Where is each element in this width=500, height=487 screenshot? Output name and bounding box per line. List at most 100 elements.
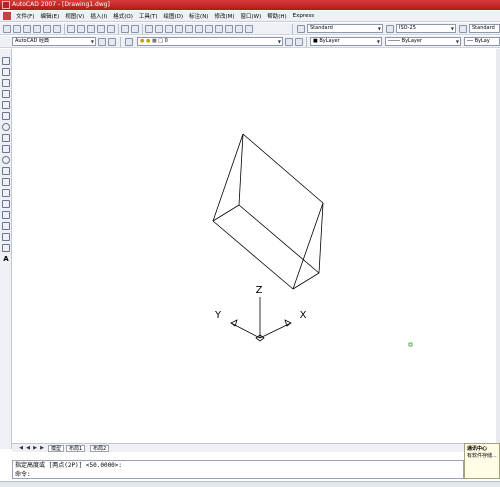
dim-style-value: ISO-25	[399, 25, 416, 31]
menu-express[interactable]: Express	[293, 13, 314, 19]
previous-tab-icon[interactable]: ◀	[25, 445, 31, 451]
markup-icon[interactable]	[225, 25, 233, 33]
polygon-icon[interactable]	[2, 90, 10, 98]
open-file-icon[interactable]	[13, 25, 21, 33]
title-bar: AutoCAD 2007 - [Drawing1.dwg]	[0, 0, 500, 10]
properties-icon[interactable]	[185, 25, 193, 33]
cut-icon[interactable]	[67, 25, 75, 33]
save-icon[interactable]	[23, 25, 31, 33]
revision-cloud-icon[interactable]	[2, 134, 10, 142]
drawing-canvas[interactable]: Z Y X	[12, 49, 496, 443]
menu-draw[interactable]: 绘图(D)	[164, 12, 184, 20]
ellipse-arc-icon[interactable]	[2, 167, 10, 175]
circle-icon[interactable]	[2, 123, 10, 131]
make-block-icon[interactable]	[2, 189, 10, 197]
status-bar	[0, 481, 500, 487]
workspace-select[interactable]: AutoCAD 经典 ▼	[12, 37, 96, 46]
print-preview-icon[interactable]	[43, 25, 51, 33]
menu-tools[interactable]: 工具(T)	[139, 12, 158, 20]
color-select[interactable]: ■ ByLayer ▼	[310, 37, 382, 46]
publish-icon[interactable]	[53, 25, 61, 33]
workspace-settings-icon[interactable]	[98, 38, 106, 46]
polyline-icon[interactable]	[2, 79, 10, 87]
sheet-set-icon[interactable]	[215, 25, 223, 33]
ellipse-icon[interactable]	[2, 156, 10, 164]
chevron-down-icon: ▼	[377, 26, 381, 31]
command-window[interactable]: 指定高度或 [两点(2P)] <50.0000>: 命令:	[12, 460, 464, 479]
dim-style-select[interactable]: ISO-25 ▼	[396, 24, 456, 33]
autocad-app-icon[interactable]	[2, 1, 10, 9]
right-panel-edge	[496, 49, 500, 449]
wedge-solid	[212, 133, 324, 290]
first-tab-icon[interactable]: ◀	[18, 445, 24, 451]
layer-manager-icon[interactable]	[125, 38, 133, 46]
text-style-icon	[297, 25, 305, 33]
design-center-icon[interactable]	[195, 25, 203, 33]
drawing-doc-icon[interactable]	[3, 12, 11, 20]
menu-window[interactable]: 窗口(W)	[241, 12, 262, 20]
tab-layout2[interactable]: 布局2	[90, 445, 110, 452]
tab-layout1[interactable]: 布局1	[66, 445, 86, 452]
menu-file[interactable]: 文件(F)	[16, 12, 34, 20]
tool-palettes-icon[interactable]	[205, 25, 213, 33]
spline-icon[interactable]	[2, 145, 10, 153]
lineweight-select[interactable]: ── ByLay	[464, 37, 500, 46]
command-history-line: 指定高度或 [两点(2P)] <50.0000>:	[15, 462, 123, 469]
redo-icon[interactable]	[131, 25, 139, 33]
quickcalc-icon[interactable]	[235, 25, 243, 33]
print-icon[interactable]	[33, 25, 41, 33]
menu-insert[interactable]: 插入(I)	[90, 12, 107, 20]
point-icon[interactable]	[2, 200, 10, 208]
zoom-previous-icon[interactable]	[175, 25, 183, 33]
tab-model[interactable]: 模型	[48, 445, 65, 452]
gradient-icon[interactable]	[2, 222, 10, 230]
menu-modify[interactable]: 修改(M)	[214, 12, 234, 20]
workspace-save-icon[interactable]	[108, 38, 116, 46]
text-style-select[interactable]: Standard ▼	[307, 24, 383, 33]
zoom-realtime-icon[interactable]	[155, 25, 163, 33]
toolbar-separator	[306, 37, 307, 47]
construction-line-icon[interactable]	[2, 68, 10, 76]
ucs-y-label: Y	[214, 310, 222, 321]
menu-view[interactable]: 视图(V)	[65, 12, 84, 20]
last-tab-icon[interactable]: ▶	[39, 445, 45, 451]
make-layer-current-icon[interactable]	[285, 38, 293, 46]
new-file-icon[interactable]	[3, 25, 11, 33]
table-icon[interactable]	[2, 244, 10, 252]
balloon-text: 有软件存储...	[467, 453, 497, 459]
command-prompt[interactable]: 命令:	[15, 470, 463, 479]
next-tab-icon[interactable]: ▶	[32, 445, 38, 451]
menu-edit[interactable]: 编辑(E)	[40, 12, 59, 20]
block-editor-icon[interactable]	[107, 25, 115, 33]
hatch-icon[interactable]	[2, 211, 10, 219]
multiline-text-icon[interactable]: A	[2, 255, 10, 263]
ucs-icon	[230, 297, 292, 342]
arc-icon[interactable]	[2, 112, 10, 120]
workspace-value: AutoCAD 经典	[15, 38, 49, 44]
region-icon[interactable]	[2, 233, 10, 241]
insert-block-icon[interactable]	[2, 178, 10, 186]
rectangle-icon[interactable]	[2, 101, 10, 109]
menu-help[interactable]: 帮助(H)	[267, 12, 286, 20]
line-icon[interactable]	[2, 57, 10, 65]
linetype-select[interactable]: ──── ByLayer ▼	[385, 37, 461, 46]
text-style-value: Standard	[310, 25, 333, 31]
undo-icon[interactable]	[121, 25, 129, 33]
copy-icon[interactable]	[77, 25, 85, 33]
color-value: ByLayer	[319, 38, 340, 44]
menu-format[interactable]: 格式(O)	[113, 12, 133, 20]
zoom-window-icon[interactable]	[165, 25, 173, 33]
layer-previous-icon[interactable]	[295, 38, 303, 46]
table-style-select[interactable]: Standard	[469, 24, 500, 33]
sun-icon: ●	[145, 38, 151, 44]
paste-icon[interactable]	[87, 25, 95, 33]
toolbar-separator	[292, 24, 293, 34]
help-icon[interactable]	[245, 25, 253, 33]
match-properties-icon[interactable]	[97, 25, 105, 33]
layer-select[interactable]: ● ● ■ □ 0 ▼	[137, 37, 283, 46]
menu-dimension[interactable]: 标注(N)	[189, 12, 208, 20]
communication-center-balloon[interactable]: 通讯中心 有软件存储...	[464, 443, 500, 479]
pan-icon[interactable]	[145, 25, 153, 33]
chevron-down-icon: ▼	[277, 39, 281, 44]
chevron-down-icon: ▼	[450, 26, 454, 31]
